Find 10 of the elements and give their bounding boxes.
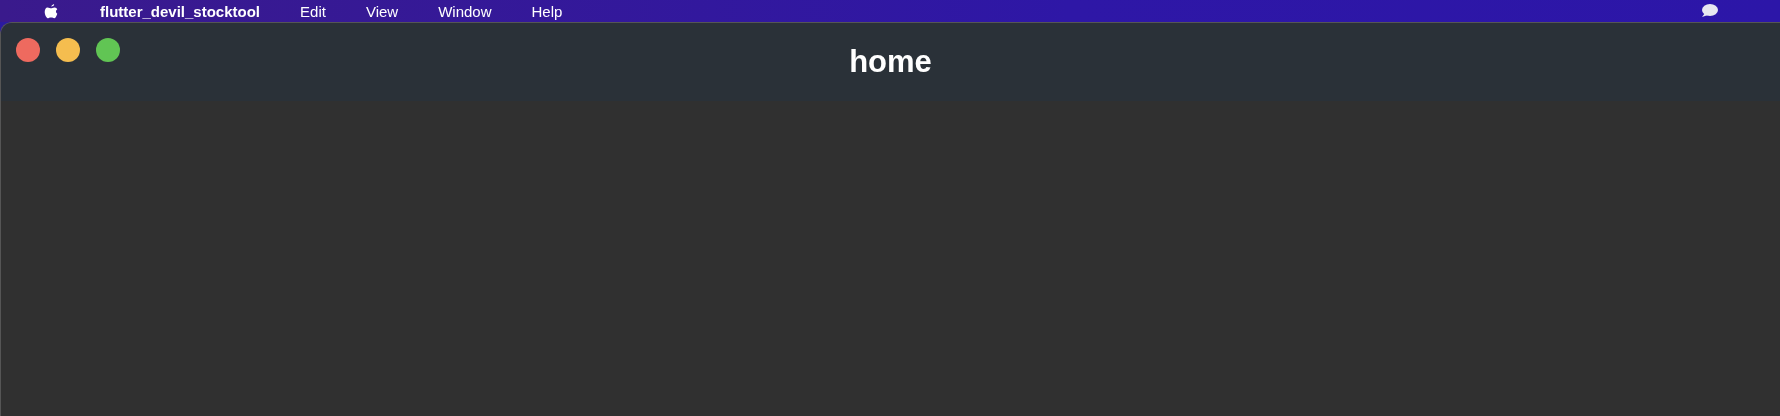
window-title: home bbox=[849, 44, 932, 80]
app-name[interactable]: flutter_devil_stocktool bbox=[100, 2, 261, 20]
menu-item[interactable]: Help bbox=[531, 2, 563, 20]
menu-item[interactable]: Edit bbox=[300, 2, 326, 20]
zoom-button[interactable] bbox=[96, 38, 120, 62]
minimize-button[interactable] bbox=[56, 38, 80, 62]
menu-item[interactable]: Window bbox=[438, 2, 492, 20]
apple-icon[interactable] bbox=[42, 2, 60, 20]
close-button[interactable] bbox=[16, 38, 40, 62]
menu-item[interactable]: View bbox=[365, 2, 399, 20]
